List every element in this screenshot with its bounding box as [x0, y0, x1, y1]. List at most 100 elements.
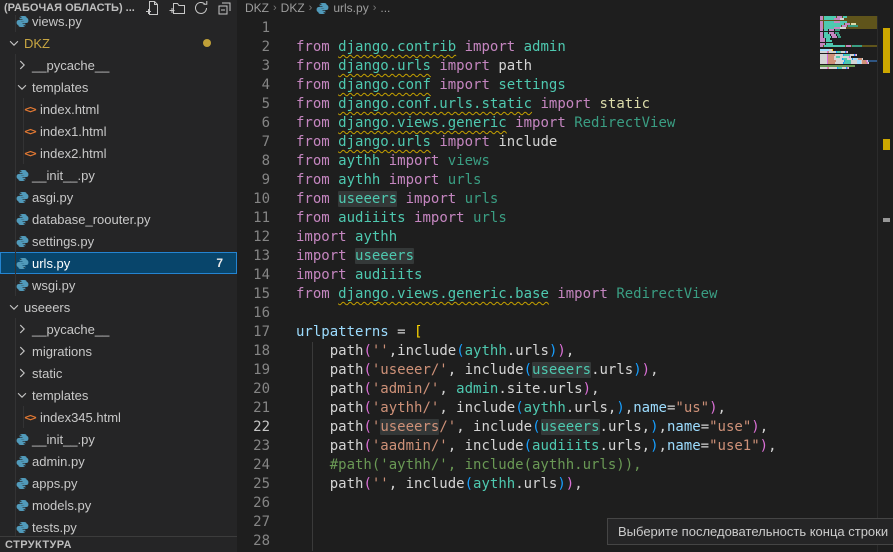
line-number[interactable]: 7: [237, 133, 270, 152]
tree-item-settings-py[interactable]: settings.py: [0, 230, 237, 252]
tree-item-models-py[interactable]: models.py: [0, 494, 237, 516]
tree-item-templates[interactable]: templates: [0, 76, 237, 98]
tree-item-pycache[interactable]: __pycache__: [0, 54, 237, 76]
line-number[interactable]: 21: [237, 399, 270, 418]
new-file-button[interactable]: [145, 0, 161, 16]
code-line[interactable]: 3from django.urls import path: [237, 57, 777, 76]
new-folder-button[interactable]: [169, 0, 185, 16]
line-number[interactable]: 26: [237, 494, 270, 513]
code-line[interactable]: 20 path('admin/', admin.site.urls),: [237, 380, 777, 399]
code-line[interactable]: 15from django.views.generic.base import …: [237, 285, 777, 304]
tree-item-urls-py[interactable]: urls.py7: [0, 252, 237, 274]
code-line[interactable]: 7from django.urls import include: [237, 133, 777, 152]
tree-indent-guide: [15, 142, 16, 164]
tree-item-index2-html[interactable]: <>index2.html: [0, 142, 237, 164]
line-number[interactable]: 27: [237, 513, 270, 532]
tree-item-glyph: [14, 235, 30, 248]
line-number[interactable]: 24: [237, 456, 270, 475]
tree-item-init-py[interactable]: __init__.py: [0, 164, 237, 186]
line-number[interactable]: 5: [237, 95, 270, 114]
tree-indent-guide: [15, 164, 16, 186]
outline-section-header[interactable]: СТРУКТУРА: [0, 536, 237, 552]
code-line[interactable]: 22 path('useeers/', include(useeers.urls…: [237, 418, 777, 437]
line-number[interactable]: 9: [237, 171, 270, 190]
code-line[interactable]: 24 #path('aythh/', include(aythh.urls)),: [237, 456, 777, 475]
line-number[interactable]: 1: [237, 19, 270, 38]
code-line[interactable]: 2 from django.contrib import admin: [237, 38, 777, 57]
line-number[interactable]: 8: [237, 152, 270, 171]
refresh-button[interactable]: [193, 0, 209, 16]
code-line[interactable]: 11from audiiits import urls: [237, 209, 777, 228]
code-area[interactable]: 12from django.contrib import admin3from …: [237, 16, 777, 551]
code-line[interactable]: 10from useeers import urls: [237, 190, 777, 209]
tree-item-migrations[interactable]: migrations: [0, 340, 237, 362]
code-line[interactable]: 6from django.views.generic import Redire…: [237, 114, 777, 133]
code-line[interactable]: 13import useeers: [237, 247, 777, 266]
tree-item-wsgi-py[interactable]: wsgi.py: [0, 274, 237, 296]
code-line-text: path('', include(aythh.urls)),: [296, 476, 583, 492]
line-number[interactable]: 4: [237, 76, 270, 95]
tree-item-dkz[interactable]: DKZ: [0, 32, 237, 54]
code-line[interactable]: 25 path('', include(aythh.urls)),: [237, 475, 777, 494]
tree-item-asgi-py[interactable]: asgi.py: [0, 186, 237, 208]
line-number[interactable]: 6: [237, 114, 270, 133]
line-number[interactable]: 25: [237, 475, 270, 494]
line-number[interactable]: 17: [237, 323, 270, 342]
tree-item-static[interactable]: static: [0, 362, 237, 384]
code-line[interactable]: 18 path('',include(aythh.urls)),: [237, 342, 777, 361]
editor-pane[interactable]: DKZ›DKZ›urls.py›... 12from django.contri…: [237, 0, 893, 552]
line-number[interactable]: 23: [237, 437, 270, 456]
line-number[interactable]: 28: [237, 532, 270, 551]
tree-item-useeers[interactable]: useeers: [0, 296, 237, 318]
breadcrumb-item-dkz[interactable]: DKZ: [281, 1, 305, 15]
tree-item-index345-html[interactable]: <>index345.html: [0, 406, 237, 428]
tree-item-tests-py[interactable]: tests.py: [0, 516, 237, 538]
code-line[interactable]: 1: [237, 19, 777, 38]
tree-item-index-html[interactable]: <>index.html: [0, 98, 237, 120]
code-line[interactable]: 23 path('aadmin/', include(audiiits.urls…: [237, 437, 777, 456]
breadcrumb-item-dkz[interactable]: DKZ: [245, 1, 269, 15]
code-line[interactable]: 14import audiiits: [237, 266, 777, 285]
tree-item-templates[interactable]: templates: [0, 384, 237, 406]
code-line[interactable]: 12import aythh: [237, 228, 777, 247]
tree-item-admin-py[interactable]: admin.py: [0, 450, 237, 472]
code-line[interactable]: 17urlpatterns = [: [237, 323, 777, 342]
explorer-section-header[interactable]: (РАБОЧАЯ ОБЛАСТЬ) ...: [0, 0, 237, 15]
line-number[interactable]: 3: [237, 57, 270, 76]
minimap[interactable]: [820, 14, 877, 194]
line-number[interactable]: 2: [237, 38, 270, 57]
code-line[interactable]: 8from aythh import views: [237, 152, 777, 171]
code-line[interactable]: 4 from django.conf import settings: [237, 76, 777, 95]
code-line[interactable]: 16: [237, 304, 777, 323]
line-number[interactable]: 19: [237, 361, 270, 380]
line-number[interactable]: 15: [237, 285, 270, 304]
line-number[interactable]: 14: [237, 266, 270, 285]
tree-item-label: models.py: [32, 498, 91, 513]
code-line[interactable]: 26: [237, 494, 777, 513]
code-line-text: from django.conf import settings: [296, 77, 566, 93]
line-number[interactable]: 20: [237, 380, 270, 399]
breadcrumb-item-urls-py[interactable]: urls.py: [316, 1, 368, 15]
code-line[interactable]: 5from django.conf.urls.static import sta…: [237, 95, 777, 114]
tree-item-apps-py[interactable]: apps.py: [0, 472, 237, 494]
tree-item-database-roouter-py[interactable]: database_roouter.py: [0, 208, 237, 230]
line-number[interactable]: 16: [237, 304, 270, 323]
line-number[interactable]: 10: [237, 190, 270, 209]
tree-item-pycache[interactable]: __pycache__: [0, 318, 237, 340]
overview-ruler[interactable]: [877, 0, 893, 552]
tree-item-index1-html[interactable]: <>index1.html: [0, 120, 237, 142]
code-line[interactable]: 21 path('aythh/', include(aythh.urls,),n…: [237, 399, 777, 418]
tree-item-init-py[interactable]: __init__.py: [0, 428, 237, 450]
code-line[interactable]: 19 path('useeer/', include(useeers.urls)…: [237, 361, 777, 380]
tree-indent-guide: [15, 318, 16, 340]
line-number[interactable]: 11: [237, 209, 270, 228]
line-number[interactable]: 22: [237, 418, 270, 437]
line-number[interactable]: 18: [237, 342, 270, 361]
code-line[interactable]: 9from aythh import urls: [237, 171, 777, 190]
line-number[interactable]: 13: [237, 247, 270, 266]
breadcrumb-item-[interactable]: ...: [380, 1, 390, 15]
code-line-text: from django.contrib import admin: [296, 39, 566, 55]
code-line-text: path('useeers/', include(useeers.urls,),…: [296, 419, 768, 435]
collapse-all-button[interactable]: [217, 0, 233, 16]
line-number[interactable]: 12: [237, 228, 270, 247]
